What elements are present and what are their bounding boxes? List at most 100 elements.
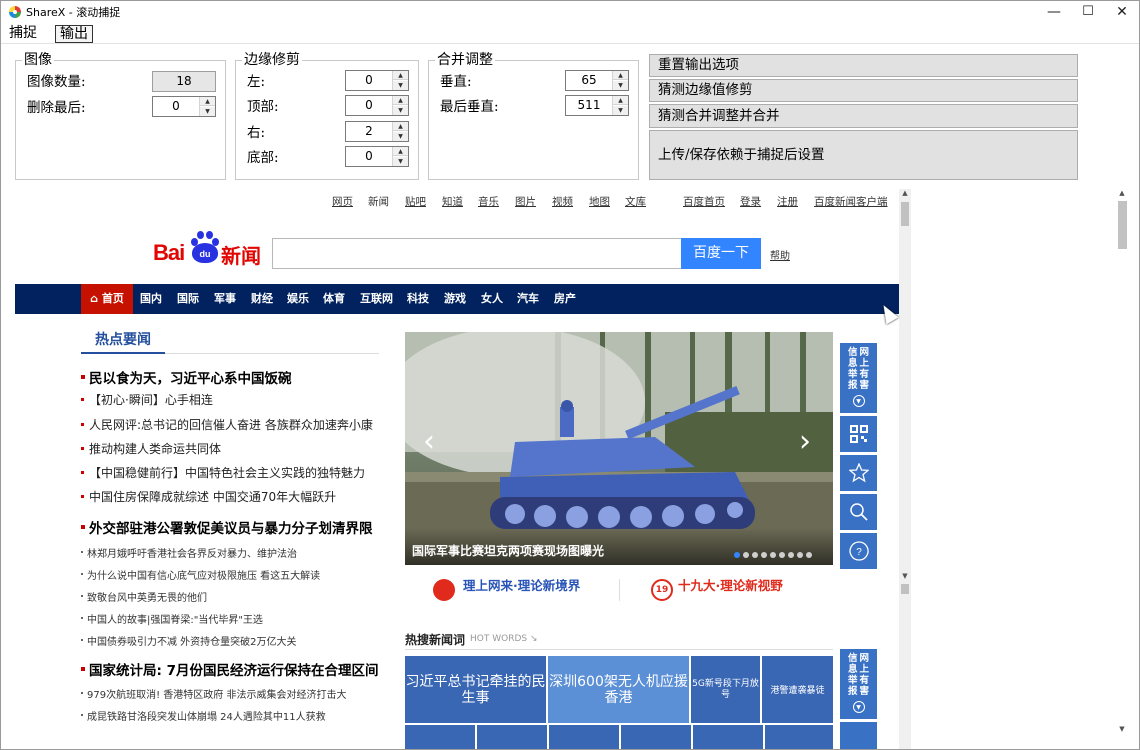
spin-down-icon[interactable]: ▼ [613, 81, 628, 90]
nav-item[interactable]: 军事 [214, 284, 236, 314]
top-link[interactable]: 图片 [515, 194, 536, 209]
close-button[interactable]: ✕ [1105, 1, 1139, 23]
top-link[interactable]: 视频 [552, 194, 573, 209]
scroll-thumb[interactable] [1118, 201, 1127, 249]
nav-item[interactable]: 国际 [177, 284, 199, 314]
trim-right-value[interactable]: 2 [346, 122, 392, 141]
spin-up-icon[interactable]: ▲ [393, 71, 408, 80]
baidu-search-button[interactable]: 百度一下 [681, 238, 761, 269]
trim-right-stepper[interactable]: 2 ▲ ▼ [345, 121, 409, 142]
nav-item[interactable]: 女人 [481, 284, 503, 314]
headline-link[interactable]: 中国住房保障成就综述 中国交通70年大幅跃升 [81, 488, 381, 505]
headline-link[interactable]: 【中国稳健前行】中国特色社会主义实践的独特魅力 [81, 464, 381, 481]
headline-link[interactable]: 民以食为天，习近平心系中国饭碗 [81, 367, 381, 387]
trim-bottom-stepper[interactable]: 0 ▲ ▼ [345, 146, 409, 167]
chevron-right-icon[interactable]: › [799, 427, 811, 457]
nav-home[interactable]: ⌂ 首页 [81, 284, 133, 314]
headline-link[interactable]: 中国债券吸引力不减 外资持仓量突破2万亿大关 [81, 633, 381, 648]
hotword-tile[interactable]: 5G新号段下月放号 [691, 656, 760, 723]
trim-left-value[interactable]: 0 [346, 71, 392, 90]
last-vertical-stepper[interactable]: 511 ▲ ▼ [565, 95, 629, 116]
side-button-partial[interactable] [840, 722, 877, 749]
preview-vertical-scrollbar[interactable]: ▲ ▼ [899, 189, 911, 749]
menu-capture[interactable]: 捕捉 [5, 25, 41, 43]
headline-link[interactable]: 推动构建人类命运共同体 [81, 440, 381, 457]
top-link[interactable]: 登录 [740, 194, 761, 209]
hotword-tile[interactable]: 深圳600架无人机应援香港 [548, 656, 689, 723]
trim-top-stepper[interactable]: 0 ▲ ▼ [345, 95, 409, 116]
headline-link[interactable]: 人民网评:总书记的回信催人奋进 各族群众加速奔小康 [81, 416, 381, 433]
scroll-up-icon[interactable]: ▲ [899, 189, 911, 197]
top-link[interactable]: 地图 [589, 194, 610, 209]
spin-up-icon[interactable]: ▲ [393, 122, 408, 131]
spin-up-icon[interactable]: ▲ [613, 96, 628, 105]
reset-output-button[interactable]: 重置输出选项 [649, 54, 1078, 77]
window-vertical-scrollbar[interactable]: ▲ ▼ [1116, 189, 1129, 749]
slide-caption[interactable]: 国际军事比赛坦克两项赛现场图曝光 [412, 542, 604, 559]
upload-save-button[interactable]: 上传/保存依赖于捕捉后设置 [649, 130, 1078, 180]
slide-dots[interactable] [734, 547, 815, 561]
headline-link[interactable]: 国家统计局: 7月份国民经济运行保持在合理区间 [81, 659, 381, 679]
search-icon[interactable] [840, 494, 877, 530]
help-link[interactable]: 帮助 [770, 247, 790, 262]
top-link[interactable]: 百度新闻客户端 [814, 194, 888, 209]
spin-up-icon[interactable]: ▲ [200, 97, 215, 106]
baidu-search-input[interactable] [272, 238, 682, 269]
top-link[interactable]: 音乐 [478, 194, 499, 209]
banner-right[interactable]: 十九大·理论新视野 [678, 575, 783, 594]
nav-item[interactable]: 汽车 [517, 284, 539, 314]
top-link[interactable]: 注册 [777, 194, 798, 209]
spin-down-icon[interactable]: ▼ [393, 81, 408, 90]
headline-link[interactable]: 【初心·瞬间】心手相连 [81, 391, 381, 408]
nav-item[interactable]: 国内 [140, 284, 162, 314]
nav-item[interactable]: 游戏 [444, 284, 466, 314]
top-link[interactable]: 文库 [625, 194, 646, 209]
guess-trim-button[interactable]: 猜测边缘值修剪 [649, 79, 1078, 102]
headline-link[interactable]: 成昆铁路甘洛段突发山体崩塌 24人遇险其中11人获救 [81, 708, 381, 723]
guess-merge-button[interactable]: 猜测合并调整并合并 [649, 104, 1078, 128]
scroll-thumb[interactable] [901, 584, 909, 594]
news-slideshow[interactable]: 国际军事比赛坦克两项赛现场图曝光 ‹ › [405, 332, 833, 565]
spin-up-icon[interactable]: ▲ [393, 147, 408, 156]
hotword-tile[interactable]: 习近平总书记牵挂的民生事 [405, 656, 546, 723]
headline-link[interactable]: 979次航班取消! 香港特区政府 非法示威集会对经济打击大 [81, 686, 381, 701]
scroll-down-icon[interactable]: ▼ [1116, 725, 1128, 733]
spin-down-icon[interactable]: ▼ [393, 106, 408, 115]
headline-link[interactable]: 林郑月娥呼吁香港社会各界反对暴力、维护法治 [81, 545, 381, 560]
nav-item[interactable]: 财经 [251, 284, 273, 314]
headline-link[interactable]: 致敬台风中英勇无畏的他们 [81, 589, 381, 604]
spin-down-icon[interactable]: ▼ [393, 132, 408, 141]
chevron-left-icon[interactable]: ‹ [423, 427, 435, 457]
headline-link[interactable]: 外交部驻港公署敦促美议员与暴力分子划清界限 [81, 517, 381, 537]
top-link[interactable]: 贴吧 [405, 194, 426, 209]
feedback-icon[interactable]: ? [840, 533, 877, 569]
nav-item[interactable]: 互联网 [360, 284, 393, 314]
headline-link[interactable]: 为什么说中国有信心底气应对极限施压 看这五大解读 [81, 567, 381, 582]
vertical-value[interactable]: 65 [566, 71, 612, 90]
star-icon[interactable] [840, 455, 877, 491]
spin-up-icon[interactable]: ▲ [393, 96, 408, 105]
top-link[interactable]: 新闻 [368, 194, 389, 209]
maximize-button[interactable]: ☐ [1071, 1, 1105, 23]
spin-down-icon[interactable]: ▼ [613, 106, 628, 115]
scroll-up-icon[interactable]: ▲ [1116, 189, 1128, 197]
menu-output[interactable]: 输出 [55, 25, 93, 43]
minimize-button[interactable]: — [1037, 1, 1071, 23]
trim-left-stepper[interactable]: 0 ▲ ▼ [345, 70, 409, 91]
nav-item[interactable]: 娱乐 [287, 284, 309, 314]
headline-link[interactable]: 中国人的故事|强国脊梁:"当代毕昇"王选 [81, 611, 381, 626]
last-vertical-value[interactable]: 511 [566, 96, 612, 115]
qrcode-icon[interactable] [840, 416, 877, 452]
trim-bottom-value[interactable]: 0 [346, 147, 392, 166]
top-link[interactable]: 网页 [332, 194, 353, 209]
spin-down-icon[interactable]: ▼ [393, 157, 408, 166]
remove-last-value[interactable]: 0 [153, 97, 199, 116]
hotword-tile[interactable]: 港警遭袭暴徒 [762, 656, 833, 723]
top-link[interactable]: 百度首页 [683, 194, 725, 209]
banner-left[interactable]: 理上网来·理论新境界 [463, 575, 580, 594]
report-badge[interactable]: 信息举报网上有害 ▼ [840, 343, 877, 413]
nav-item[interactable]: 科技 [407, 284, 429, 314]
spin-down-icon[interactable]: ▼ [200, 107, 215, 116]
spin-up-icon[interactable]: ▲ [613, 71, 628, 80]
scroll-thumb[interactable] [901, 202, 909, 226]
